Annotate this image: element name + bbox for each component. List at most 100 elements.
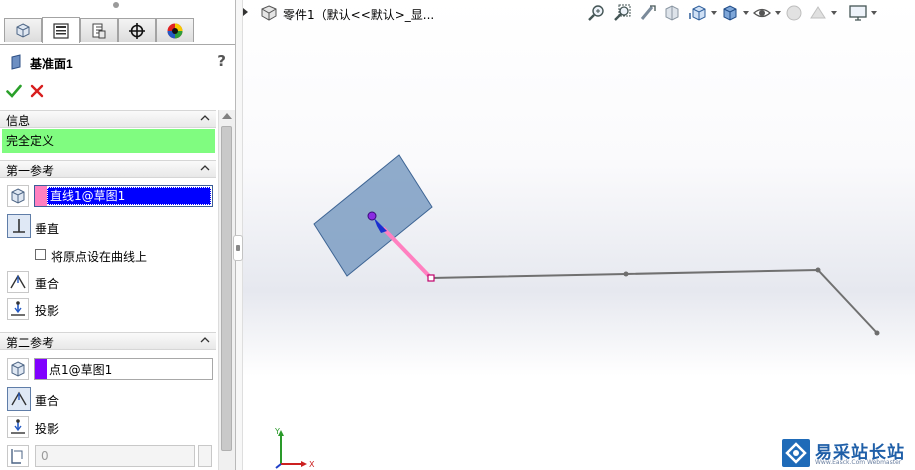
coincident-icon bbox=[10, 274, 26, 289]
line-endpoint[interactable] bbox=[427, 274, 435, 282]
first-reference-value: 直线1@草图1 bbox=[47, 187, 211, 205]
panel-splitter[interactable] bbox=[233, 0, 243, 470]
document-title[interactable]: 零件1（默认<<默认>_显... bbox=[283, 6, 434, 23]
second-reference-value: 点1@草图1 bbox=[49, 363, 113, 377]
coincident-button[interactable] bbox=[7, 271, 29, 293]
info-header-label: 信息 bbox=[6, 114, 31, 128]
plane-origin-point[interactable] bbox=[367, 211, 377, 221]
sketch-point[interactable] bbox=[623, 271, 629, 277]
panel-scrollbar[interactable] bbox=[218, 110, 235, 470]
display-style-dropdown[interactable] bbox=[743, 11, 749, 15]
chevron-up-icon bbox=[200, 337, 210, 343]
sketch-point[interactable] bbox=[874, 330, 880, 336]
reference-triad: Y X bbox=[274, 427, 315, 469]
page-title: 基准面1 bbox=[30, 57, 73, 71]
watermark-logo-icon bbox=[785, 442, 807, 464]
panel-grip[interactable] bbox=[113, 2, 119, 8]
first-reference-field[interactable]: 直线1@草图1 bbox=[34, 185, 213, 207]
project-button[interactable] bbox=[7, 298, 29, 320]
tab-configuration-manager[interactable] bbox=[80, 18, 118, 42]
apply-scene-button[interactable] bbox=[807, 2, 829, 24]
view-orientation-button[interactable] bbox=[687, 2, 709, 24]
cube-face-icon bbox=[11, 188, 25, 204]
project-2-button[interactable] bbox=[7, 416, 29, 438]
section-view-icon bbox=[665, 5, 679, 21]
heads-up-view-toolbar bbox=[585, 2, 915, 26]
triad-y-label: Y bbox=[274, 427, 280, 436]
view-orientation-dropdown[interactable] bbox=[711, 11, 717, 15]
second-ref-entity-icon bbox=[7, 358, 29, 380]
first-reference-label: 第一参考 bbox=[6, 164, 55, 178]
zoom-to-fit-button[interactable] bbox=[585, 2, 607, 24]
first-ref-entity-icon bbox=[7, 185, 29, 207]
apply-scene-dropdown[interactable] bbox=[831, 11, 837, 15]
help-button[interactable]: ? bbox=[217, 52, 226, 70]
tab-display-manager[interactable] bbox=[156, 18, 194, 42]
display-style-icon bbox=[723, 5, 737, 21]
view-settings-button[interactable] bbox=[847, 2, 869, 24]
project-2-label: 投影 bbox=[35, 422, 60, 436]
part-icon bbox=[261, 5, 277, 21]
display-style-button[interactable] bbox=[719, 2, 741, 24]
watermark: 易采站长站 Www.Easck.Com Webmaster bbox=[780, 436, 915, 470]
hide-show-items-button[interactable] bbox=[751, 2, 773, 24]
scroll-thumb[interactable] bbox=[221, 126, 232, 451]
origin-on-curve-checkbox[interactable] bbox=[35, 249, 46, 260]
view-settings-icon bbox=[849, 5, 867, 21]
second-reference-header[interactable]: 第二参考 bbox=[0, 332, 216, 350]
second-reference-label: 第二参考 bbox=[6, 336, 55, 350]
angle-spinner[interactable] bbox=[198, 445, 212, 467]
sketch-line[interactable] bbox=[430, 268, 878, 334]
zoom-to-area-button[interactable] bbox=[611, 2, 633, 24]
previous-view-button[interactable] bbox=[637, 2, 659, 24]
tab-feature-manager[interactable] bbox=[4, 18, 42, 42]
scroll-up-arrow[interactable] bbox=[222, 113, 232, 119]
perpendicular-label: 垂直 bbox=[35, 222, 60, 236]
section-view-button[interactable] bbox=[661, 2, 683, 24]
chevron-up-icon bbox=[200, 165, 210, 171]
graphics-area[interactable]: 零件1（默认<<默认>_显... Y X 易采站长站 Www.Easck.Com… bbox=[243, 0, 915, 470]
configuration-icon bbox=[92, 23, 106, 38]
cancel-button[interactable] bbox=[30, 84, 44, 98]
info-section-header[interactable]: 信息 bbox=[0, 110, 216, 128]
perpendicular-button[interactable] bbox=[7, 214, 31, 238]
crosshair-icon bbox=[129, 22, 145, 39]
angle-icon-box bbox=[7, 445, 29, 467]
angle-input[interactable]: 0 bbox=[35, 445, 195, 467]
appearance-sphere-icon bbox=[167, 23, 183, 38]
coincident-label: 重合 bbox=[35, 277, 60, 291]
property-manager-icon bbox=[53, 22, 69, 39]
zoom-to-fit-icon bbox=[588, 5, 604, 21]
view-orientation-icon bbox=[689, 5, 706, 21]
edit-appearance-icon bbox=[786, 5, 802, 21]
first-reference-color bbox=[35, 186, 47, 206]
triad-x-label: X bbox=[309, 460, 315, 469]
view-settings-dropdown[interactable] bbox=[871, 11, 877, 15]
second-reference-field[interactable]: 点1@草图1 bbox=[34, 358, 213, 380]
selected-line[interactable] bbox=[381, 226, 433, 280]
status-badge: 完全定义 bbox=[2, 129, 215, 153]
plane-feature-icon bbox=[11, 54, 21, 70]
edit-appearance-button[interactable] bbox=[783, 2, 805, 24]
coincident-2-button[interactable] bbox=[7, 387, 31, 411]
feature-tree-expand-arrow[interactable] bbox=[243, 8, 248, 16]
project-label: 投影 bbox=[35, 304, 60, 318]
model-viewport[interactable] bbox=[243, 0, 915, 470]
hide-show-dropdown[interactable] bbox=[775, 11, 781, 15]
tab-property-manager[interactable] bbox=[42, 17, 80, 43]
splitter-grip[interactable] bbox=[233, 235, 243, 261]
sketch-point[interactable] bbox=[815, 267, 821, 273]
zoom-to-area-icon bbox=[614, 4, 631, 21]
coincident-icon bbox=[11, 391, 27, 406]
feature-tree-icon bbox=[16, 22, 30, 38]
project-icon bbox=[11, 419, 25, 434]
project-icon bbox=[11, 301, 25, 316]
second-reference-color bbox=[35, 359, 47, 379]
first-reference-header[interactable]: 第一参考 bbox=[0, 160, 216, 178]
apply-scene-icon bbox=[810, 6, 826, 19]
ok-button[interactable] bbox=[6, 83, 22, 99]
tab-dimxpert-manager[interactable] bbox=[118, 18, 156, 42]
watermark-subtext: Www.Easck.Com Webmaster bbox=[815, 459, 902, 466]
hide-show-items-icon bbox=[753, 8, 771, 18]
coincident-2-label: 重合 bbox=[35, 394, 60, 408]
